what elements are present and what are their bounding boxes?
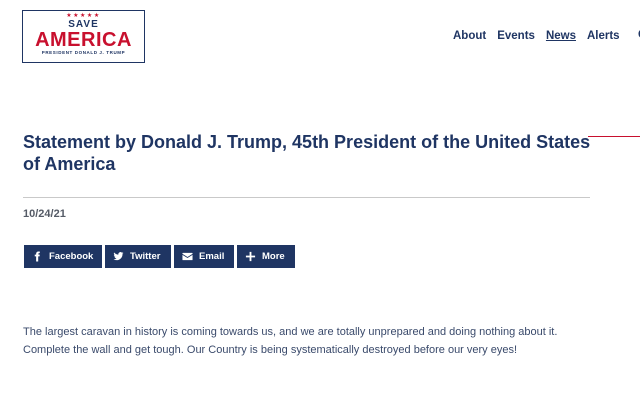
share-more-button[interactable]: More bbox=[237, 245, 295, 268]
envelope-icon bbox=[182, 251, 193, 262]
logo-subtitle: PRESIDENT DONALD J. TRUMP bbox=[41, 50, 126, 55]
nav-about[interactable]: About bbox=[453, 29, 486, 43]
twitter-label: Twitter bbox=[130, 251, 161, 262]
share-bar: Facebook Twitter Email More bbox=[24, 245, 295, 268]
facebook-icon bbox=[32, 251, 43, 262]
facebook-label: Facebook bbox=[49, 251, 94, 262]
nav-alerts[interactable]: Alerts bbox=[587, 29, 620, 43]
nav-news[interactable]: News bbox=[546, 29, 576, 43]
nav-events[interactable]: Events bbox=[497, 29, 535, 43]
red-accent-line bbox=[588, 136, 640, 137]
logo-america-text: AMERICA bbox=[35, 29, 132, 51]
save-america-logo[interactable]: ★★★★★ SAVE AMERICA PRESIDENT DONALD J. T… bbox=[22, 10, 145, 63]
main-nav: About Events News Alerts C bbox=[453, 29, 640, 43]
page: ★★★★★ SAVE AMERICA PRESIDENT DONALD J. T… bbox=[0, 0, 640, 405]
twitter-icon bbox=[113, 251, 124, 262]
title-divider bbox=[23, 197, 590, 198]
email-label: Email bbox=[199, 251, 225, 262]
article-title: Statement by Donald J. Trump, 45th Presi… bbox=[23, 132, 591, 174]
more-label: More bbox=[262, 251, 285, 262]
article-date: 10/24/21 bbox=[23, 208, 66, 220]
article-body: The largest caravan in history is coming… bbox=[23, 326, 558, 356]
plus-icon bbox=[245, 251, 256, 262]
share-email-button[interactable]: Email bbox=[174, 245, 234, 268]
share-facebook-button[interactable]: Facebook bbox=[24, 245, 102, 268]
share-twitter-button[interactable]: Twitter bbox=[105, 245, 171, 268]
